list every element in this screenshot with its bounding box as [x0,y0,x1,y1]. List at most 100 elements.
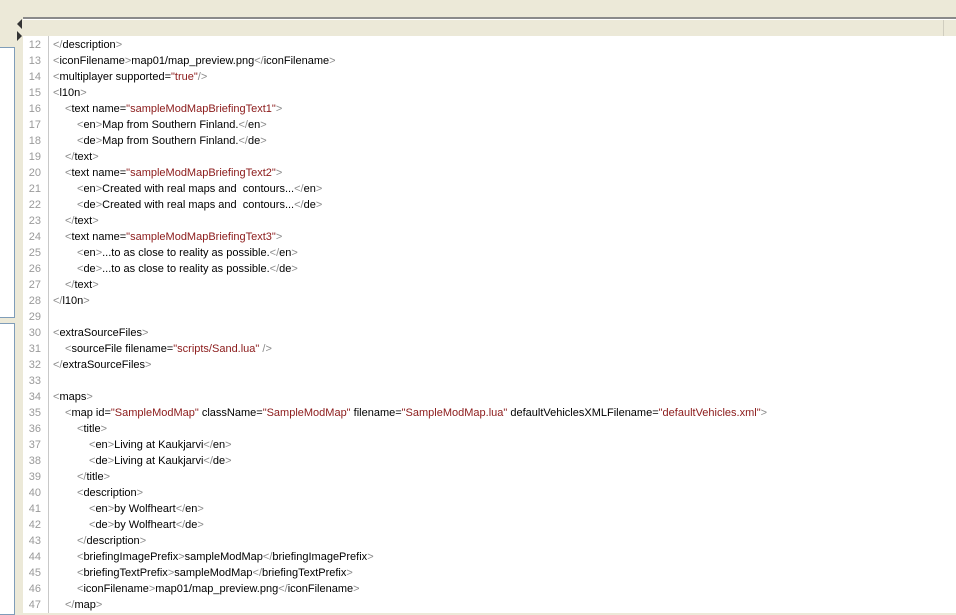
code-token: /> [197,71,208,83]
line-number: 29 [28,311,41,323]
code-text: <de>Created with real maps and contours.… [77,197,322,213]
code-line[interactable]: 44 <briefingImagePrefix>sampleModMap</bri… [23,549,956,565]
code-token: description [62,39,116,51]
code-text: <de>Living at Kaukjarvi</de> [89,453,232,469]
code-token: iconFilename [59,55,125,67]
line-number: 39 [28,471,41,483]
code-token: ...to as close to reality as possible. [102,263,270,275]
code-line[interactable]: 31 <sourceFile filename="scripts/Sand.lua… [23,341,956,357]
code-line[interactable]: 18 <de>Map from Southern Finland.</de> [23,133,956,149]
code-token: > [760,407,768,419]
code-line[interactable]: 40 <description> [23,485,956,501]
code-token: map01/map_preview.png [131,55,255,67]
code-token: </ [238,119,248,131]
code-token: map [74,599,96,611]
code-line[interactable]: 29 [23,309,956,325]
code-line[interactable]: 15 <l10n> [23,85,956,101]
code-token: "sampleModMapBriefingText3" [126,231,276,243]
code-text: </l10n> [53,293,90,309]
code-line[interactable]: 35 <map id="SampleModMap" className="Samp… [23,405,956,421]
code-text: </extraSourceFiles> [53,357,151,373]
code-text: <iconFilename>map01/map_preview.png</ico… [53,53,336,69]
code-line[interactable]: 47 </map> [23,597,956,613]
code-line[interactable]: 43 </description> [23,533,956,549]
line-number: 23 [28,215,41,227]
code-line[interactable]: 30 <extraSourceFiles> [23,325,956,341]
code-line[interactable]: 20 <text name="sampleModMapBriefingText2"… [23,165,956,181]
code-token: en [95,503,108,515]
line-number: 22 [28,199,41,211]
line-number: 26 [28,263,41,275]
code-line[interactable]: 28 </l10n> [23,293,956,309]
code-token: defaultVehiclesXMLFilename= [507,407,659,419]
code-token: > [315,183,323,195]
code-line[interactable]: 42 <de>by Wolfheart</de> [23,517,956,533]
code-line[interactable]: 33 [23,373,956,389]
pane-splitter[interactable] [16,0,23,613]
code-line[interactable]: 12 </description> [23,37,956,53]
line-number: 40 [28,487,41,499]
line-number: 42 [28,519,41,531]
expand-right-arrow-icon[interactable] [17,31,22,41]
code-text: <en>Living at Kaukjarvi</en> [89,437,232,453]
code-line[interactable]: 46 <iconFilename>map01/map_preview.png</i… [23,581,956,597]
code-token: </ [252,567,262,579]
line-number: 15 [28,87,41,99]
code-line[interactable]: 14 <multiplayer supported="true"/> [23,69,956,85]
right-panel-grip[interactable] [943,20,956,36]
code-line[interactable]: 37 <en>Living at Kaukjarvi</en> [23,437,956,453]
code-line[interactable]: 27 </text> [23,277,956,293]
code-token: l10n [62,295,84,307]
code-token: briefingImagePrefix [83,551,179,563]
code-token: /> [259,343,272,355]
code-token: de [212,455,226,467]
code-line[interactable]: 13 <iconFilename>map01/map_preview.png</i… [23,53,956,69]
code-editor[interactable]: 12 </description> 13 <iconFilename>map01/ma… [23,36,956,613]
code-line[interactable]: 17 <en>Map from Southern Finland.</en> [23,117,956,133]
code-token: title [83,423,101,435]
code-line[interactable]: 23 </text> [23,213,956,229]
code-token: </ [278,583,288,595]
code-token: en [279,247,292,259]
code-token: Living at Kaukjarvi [114,455,204,467]
code-token: "scripts/Sand.lua" [173,343,260,355]
collapse-left-arrow-icon[interactable] [17,19,22,29]
code-line[interactable]: 45 <briefingTextPrefix>sampleModMap</brie… [23,565,956,581]
code-line[interactable]: 41 <en>by Wolfheart</en> [23,501,956,517]
code-line[interactable]: 39 </title> [23,469,956,485]
code-line[interactable]: 24 <text name="sampleModMapBriefingText3"… [23,229,956,245]
code-token: en [83,247,96,259]
code-text: </text> [65,213,99,229]
code-token: en [303,183,316,195]
line-number: 12 [28,39,41,51]
code-token: iconFilename [287,583,354,595]
code-line[interactable]: 38 <de>Living at Kaukjarvi</de> [23,453,956,469]
line-number: 18 [28,135,41,147]
code-line[interactable]: 19 </text> [23,149,956,165]
code-line[interactable]: 21 <en>Created with real maps and contour… [23,181,956,197]
code-token: map id= [71,407,111,419]
left-panel-lower[interactable] [0,323,15,615]
code-text: </map> [65,597,102,613]
code-text: <sourceFile filename="scripts/Sand.lua" … [65,341,272,357]
code-token: > [83,295,90,307]
code-line[interactable]: 32 </extraSourceFiles> [23,357,956,373]
code-token: text [74,279,93,291]
code-token: > [260,135,267,147]
code-text: <description> [77,485,143,501]
line-number: 30 [28,327,41,339]
code-line[interactable]: 36 <title> [23,421,956,437]
line-number: 35 [28,407,41,419]
code-line[interactable]: 26 <de>...to as close to reality as possi… [23,261,956,277]
code-line[interactable]: 25 <en>...to as close to reality as possi… [23,245,956,261]
line-number: 17 [28,119,41,131]
code-line[interactable]: 22 <de>Created with real maps and contour… [23,197,956,213]
code-line[interactable]: 34 <maps> [23,389,956,405]
code-token: l10n [59,87,81,99]
top-toolbar-area [0,0,956,17]
code-token: > [275,231,283,243]
code-text: </description> [77,533,146,549]
code-token: extraSourceFiles [62,359,146,371]
code-line[interactable]: 16 <text name="sampleModMapBriefingText1"… [23,101,956,117]
left-panel-upper[interactable] [0,47,15,318]
